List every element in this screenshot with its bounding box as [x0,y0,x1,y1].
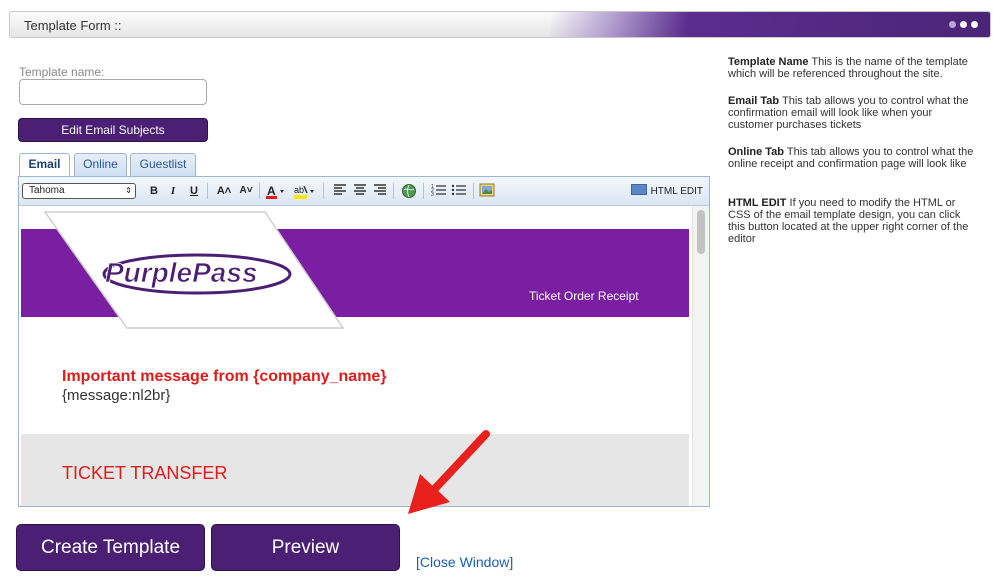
ordered-list-icon: 123 [431,184,446,198]
tab-online[interactable]: Online [74,153,127,176]
annotation-arrow-icon [408,430,490,514]
close-window-link[interactable]: [Close Window] [416,554,513,570]
globe-link-icon [402,184,416,198]
font-family-value: Tahoma [29,185,65,196]
align-left-button[interactable] [333,183,347,199]
help-online-tab: Online Tab This tab allows you to contro… [728,146,978,170]
window-titlebar: Template Form :: [9,11,991,38]
window-dot-icon[interactable] [971,21,978,28]
help-term: Email Tab [728,95,780,107]
svg-text:ab: ab [294,185,304,195]
toolbar-separator [473,183,474,199]
underline-button[interactable]: U [187,183,201,199]
svg-text:A: A [267,184,276,198]
window-dot-icon[interactable] [949,21,956,28]
font-color-icon: A [266,184,284,199]
help-email-tab: Email Tab This tab allows you to control… [728,95,978,131]
font-family-select[interactable]: Tahoma ⇕ [22,183,136,199]
window-dot-icon[interactable] [960,21,967,28]
template-name-input[interactable] [19,79,207,105]
font-color-button[interactable]: A [265,183,287,199]
editor-toolbar: Tahoma ⇕ B I U A˄ A˅ A ab 123 HTML EDIT [19,177,709,206]
html-edit-label: HTML EDIT [650,186,703,197]
align-center-icon [354,184,366,195]
unordered-list-icon [451,184,466,196]
help-term: Template Name [728,56,809,68]
help-term: HTML EDIT [728,197,787,209]
html-edit-icon [630,184,647,195]
toolbar-separator [259,183,260,199]
select-arrows-icon: ⇕ [125,186,132,195]
image-icon [479,183,495,197]
insert-link-button[interactable] [401,183,417,199]
unordered-list-button[interactable] [451,183,467,199]
purplepass-logo: PurplePass [105,257,258,288]
window-controls [949,21,978,28]
editor-content[interactable]: PurplePass Ticket Order Receipt Importan… [19,206,693,506]
editor-scrollbar[interactable] [692,206,709,506]
align-right-button[interactable] [373,183,387,199]
increase-font-size-button[interactable]: A˄ [215,183,233,199]
align-right-icon [374,184,386,195]
ordered-list-button[interactable]: 123 [431,183,447,199]
align-center-button[interactable] [353,183,367,199]
tab-email[interactable]: Email [19,153,70,177]
decrease-font-size-button[interactable]: A˅ [237,183,255,199]
important-message: Important message from {company_name} [62,368,387,385]
help-term: Online Tab [728,146,785,158]
receipt-title: Ticket Order Receipt [529,289,639,303]
tab-guestlist[interactable]: Guestlist [130,153,196,176]
ticket-transfer-heading: TICKET TRANSFER [62,463,228,483]
italic-button[interactable]: I [166,183,180,199]
create-template-button[interactable]: Create Template [16,524,205,571]
bold-button[interactable]: B [147,183,161,199]
toolbar-separator [323,183,324,199]
message-token: {message:nl2br} [62,387,171,404]
html-edit-button[interactable]: HTML EDIT [630,184,703,197]
help-template-name: Template Name This is the name of the te… [728,56,978,80]
toolbar-separator [393,183,394,199]
insert-image-button[interactable] [479,183,495,199]
toolbar-separator [207,183,208,199]
template-name-label: Template name: [19,65,105,79]
highlight-color-icon: ab [294,185,314,199]
toolbar-separator [423,183,424,199]
preview-button[interactable]: Preview [211,524,400,571]
email-template-editor[interactable]: Tahoma ⇕ B I U A˄ A˅ A ab 123 HTML EDIT … [18,176,710,507]
help-html-edit: HTML EDIT If you need to modify the HTML… [728,197,978,245]
logo-card: PurplePass [43,211,345,329]
highlight-color-button[interactable]: ab [293,183,317,199]
align-left-icon [334,184,346,195]
window-title: Template Form :: [24,18,122,33]
svg-text:3: 3 [431,192,434,197]
titlebar-gradient [550,12,990,37]
edit-email-subjects-button[interactable]: Edit Email Subjects [18,118,208,142]
scrollbar-thumb[interactable] [697,210,705,254]
